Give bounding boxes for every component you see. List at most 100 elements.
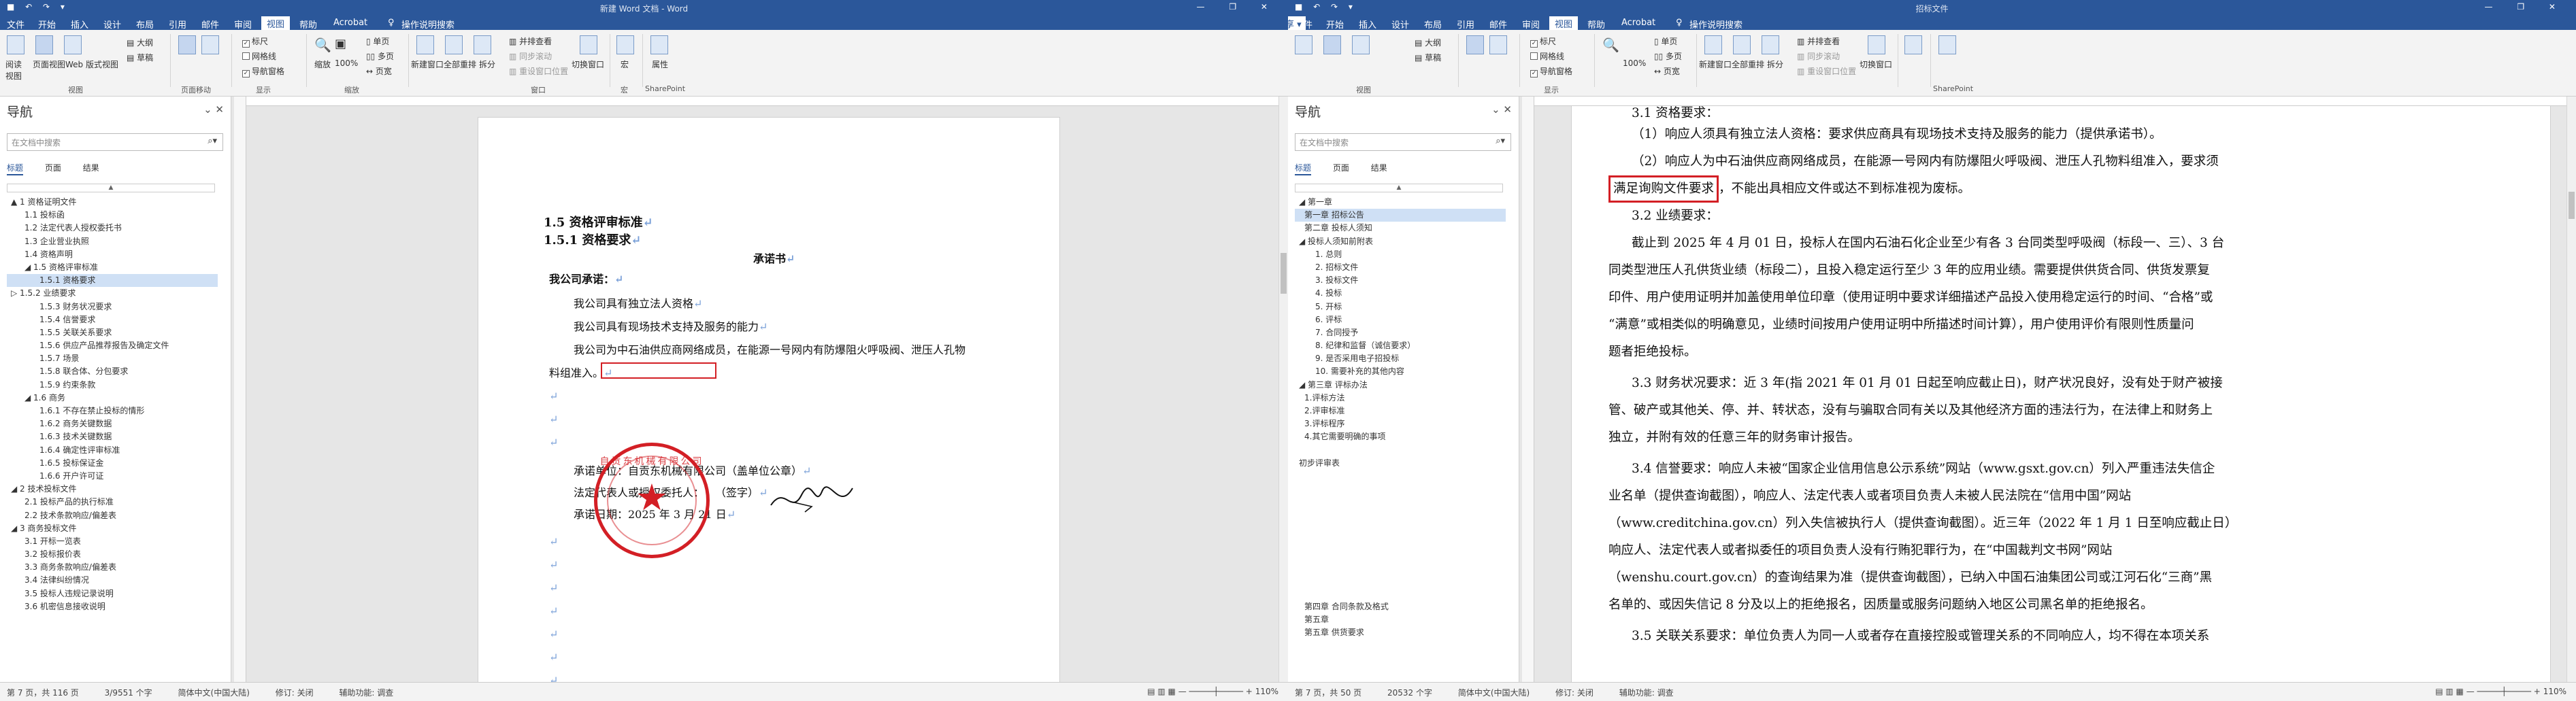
tell-me-search[interactable]: 操作说明搜索 <box>401 18 455 31</box>
document-page[interactable]: 3.1 资格要求： （1）响应人须具有独立法人资格：要求供应商具有现场技术支持及… <box>1571 106 2551 682</box>
reset-window-button[interactable]: ▥ 重设窗口位置 <box>509 65 568 77</box>
nav-heading-item[interactable]: ◢ 投标人须知前附表 <box>1295 235 1506 248</box>
tab-view[interactable]: 视图 <box>261 16 291 30</box>
nav-heading-item[interactable]: 1.5.4 信誉要求 <box>7 313 218 326</box>
nav-heading-item[interactable]: 1.3 企业营业执照 <box>7 235 218 248</box>
nav-heading-item[interactable]: 1.5.1 资格要求 <box>7 274 218 288</box>
web-layout-icon[interactable] <box>1352 35 1370 54</box>
nav-heading-item[interactable]: 4.其它需要明确的事项 <box>1295 430 1506 443</box>
nav-heading-item[interactable]: 1.5.7 场景 <box>7 352 218 365</box>
nav-heading-item[interactable]: 4. 投标 <box>1295 287 1506 300</box>
draft-button[interactable]: ▤ 草稿 <box>127 52 153 63</box>
tab-review[interactable]: 审阅 <box>234 18 252 31</box>
side-to-side-icon[interactable] <box>1489 35 1507 54</box>
hundred-percent-icon[interactable]: ▣ <box>335 37 346 51</box>
nav-heading-item[interactable]: ◢ 3 商务投标文件 <box>7 522 218 535</box>
nav-heading-item[interactable]: 10. 需要补充的其他内容 <box>1295 365 1506 378</box>
nav-tab-headings[interactable]: 标题 <box>7 163 24 175</box>
macro-icon[interactable] <box>616 35 634 54</box>
nav-heading-item[interactable]: 1.4 资格声明 <box>7 248 218 261</box>
hundred-percent-button[interactable]: 100% <box>335 58 358 68</box>
new-window-icon[interactable] <box>1704 35 1722 54</box>
nav-heading-item[interactable]: 1.5.6 供应产品推荐报告及确定文件 <box>7 339 218 352</box>
nav-heading-item[interactable]: 1.5.3 财务状况要求 <box>7 301 218 313</box>
nav-heading-item[interactable]: 5. 开标 <box>1295 301 1506 313</box>
accessibility[interactable]: 辅助功能: 调查 <box>339 688 393 698</box>
nav-close-icon[interactable]: ⌄ ✕ <box>203 103 224 116</box>
tab-acrobat[interactable]: Acrobat <box>1621 18 1655 28</box>
nav-close-icon[interactable]: ⌄ ✕ <box>1491 103 1512 116</box>
gridlines-checkbox[interactable]: 网格线 <box>1530 50 1564 62</box>
nav-heading-item[interactable]: 1.1 投标函 <box>7 209 218 222</box>
page-count[interactable]: 第 7 页，共 116 页 <box>7 688 79 698</box>
word-count[interactable]: 20532 个字 <box>1387 688 1432 698</box>
nav-tab-results[interactable]: 结果 <box>83 163 99 173</box>
read-mode-icon[interactable] <box>7 35 24 54</box>
vertical-page-icon[interactable] <box>178 35 196 54</box>
tab-home[interactable]: 开始 <box>1326 18 1344 31</box>
nav-scroll-up[interactable]: ▲ <box>1295 184 1503 192</box>
zoom-level[interactable]: ▤ ▥ ▦ — ─────┼───── + 110% <box>1147 687 1278 696</box>
nav-heading-item[interactable]: ◢ 1.5 资格评审标准 <box>7 261 218 274</box>
window-controls[interactable]: — ❐ ✕ <box>1197 2 1278 12</box>
nav-heading-item[interactable]: 1.5.9 约束条款 <box>7 379 218 392</box>
nav-heading-item[interactable]: 6. 评标 <box>1295 313 1506 326</box>
nav-heading-item[interactable]: 3.2 投标报价表 <box>7 548 218 561</box>
tab-layout[interactable]: 布局 <box>1424 18 1442 31</box>
nav-heading-item[interactable]: 3.6 机密信息接收说明 <box>7 600 218 613</box>
nav-heading-item[interactable]: 2.评审标准 <box>1295 405 1506 417</box>
web-layout-icon[interactable] <box>64 35 82 54</box>
nav-heading-item[interactable]: 第五章 供货要求 <box>1295 626 1506 639</box>
window-controls[interactable]: — ❐ ✕ <box>2485 2 2566 12</box>
nav-heading-item[interactable]: 第二章 投标人须知 <box>1295 222 1506 235</box>
track-changes[interactable]: 修订: 关闭 <box>1555 688 1594 698</box>
tab-mailings[interactable]: 邮件 <box>1489 18 1507 31</box>
arrange-all-icon[interactable] <box>1733 35 1751 54</box>
draft-button[interactable]: ▤ 草稿 <box>1415 52 1441 63</box>
gridlines-checkbox[interactable]: 网格线 <box>242 50 276 62</box>
tab-help[interactable]: 帮助 <box>1587 18 1605 31</box>
nav-heading-item[interactable]: 7. 合同授予 <box>1295 326 1506 339</box>
vertical-scrollbar[interactable] <box>2566 97 2576 682</box>
nav-heading-item[interactable]: 1.6.1 不存在禁止投标的情形 <box>7 405 218 417</box>
properties-icon[interactable] <box>650 35 668 54</box>
one-page-button[interactable]: ▯ 单页 <box>1654 35 1677 47</box>
tab-file[interactable]: 文件 <box>7 18 24 31</box>
ruler-checkbox[interactable]: ✓ 标尺 <box>1530 35 1556 48</box>
tab-layout[interactable]: 布局 <box>136 18 154 31</box>
nav-heading-item[interactable]: 2. 招标文件 <box>1295 261 1506 274</box>
nav-tab-pages[interactable]: 页面 <box>45 163 61 173</box>
nav-heading-item[interactable]: ◢ 1.6 商务 <box>7 392 218 405</box>
nav-tab-results[interactable]: 结果 <box>1371 163 1387 173</box>
nav-heading-item[interactable]: 1.5.5 关联关系要求 <box>7 326 218 339</box>
nav-search-input[interactable]: 在文档中搜索 ⌕▾ <box>1295 133 1511 151</box>
read-mode-icon[interactable] <box>1295 35 1312 54</box>
nav-scroll-up[interactable]: ▲ <box>7 184 215 192</box>
split-icon[interactable] <box>1762 35 1779 54</box>
nav-heading-item[interactable]: ▷ 1.5.2 业绩要求 <box>7 287 218 300</box>
zoom-level[interactable]: ▤ ▥ ▦ — ─────┼───── + 110% <box>2435 687 2566 696</box>
zoom-button[interactable]: 缩放 <box>314 58 331 70</box>
side-by-side-button[interactable]: ▥ 并排查看 <box>509 35 552 47</box>
sync-scroll-button[interactable]: ▥ 同步滚动 <box>509 50 552 62</box>
nav-heading-item[interactable]: 1.6.2 商务关键数据 <box>7 417 218 430</box>
nav-heading-item[interactable]: 9. 是否采用电子招投标 <box>1295 352 1506 365</box>
arrange-all-icon[interactable] <box>445 35 463 54</box>
nav-heading-item[interactable]: 1.5.8 联合体、分包要求 <box>7 365 218 378</box>
tab-references[interactable]: 引用 <box>1457 18 1474 31</box>
nav-heading-item[interactable]: 2.1 投标产品的执行标准 <box>7 496 218 509</box>
language[interactable]: 简体中文(中国大陆) <box>1458 688 1530 698</box>
properties-icon[interactable] <box>1938 35 1956 54</box>
nav-pane-checkbox[interactable]: ✓ 导航窗格 <box>1530 65 1572 78</box>
document-page[interactable]: 1.5 资格评审标准↵ 1.5.1 资格要求↵ 承诺书↵ 我公司承诺：↵ 我公司… <box>478 117 1060 682</box>
nav-heading-item[interactable]: 3.1 开标一览表 <box>7 535 218 548</box>
nav-heading-item[interactable]: ◢ 第三章 评标办法 <box>1295 379 1506 392</box>
share-button[interactable]: ⇪ 共享 ▾ <box>1288 16 1306 31</box>
tab-help[interactable]: 帮助 <box>299 18 317 31</box>
outline-button[interactable]: ▤ 大纲 <box>127 37 153 48</box>
nav-heading-item[interactable]: 1.6.6 开户许可证 <box>7 470 218 483</box>
nav-search-input[interactable]: 在文档中搜索 ⌕▾ <box>7 133 223 151</box>
side-by-side-button[interactable]: ▥ 并排查看 <box>1797 35 1840 47</box>
nav-heading-item[interactable]: 第五章 <box>1295 613 1506 626</box>
tab-home[interactable]: 开始 <box>38 18 56 31</box>
